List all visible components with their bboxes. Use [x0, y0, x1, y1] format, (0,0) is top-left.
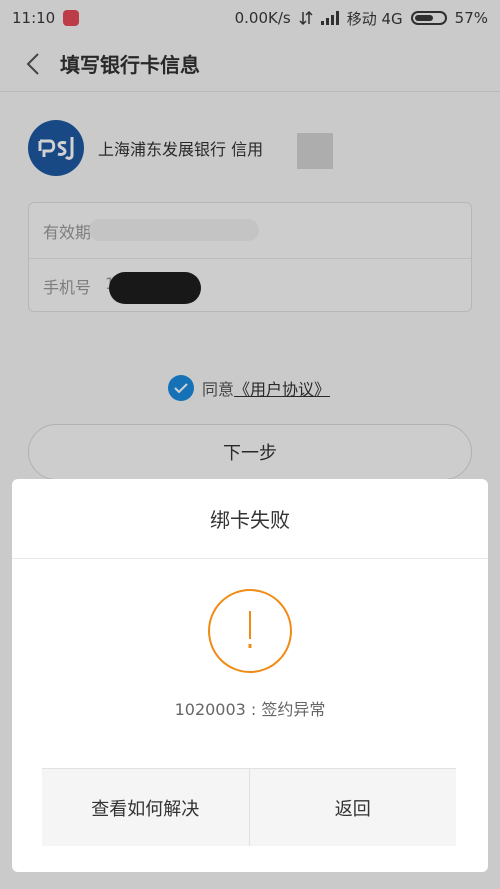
- dialog-title: 绑卡失败: [12, 479, 488, 559]
- error-message: 1020003 : 签约异常: [174, 700, 326, 719]
- return-button[interactable]: 返回: [248, 769, 456, 846]
- bind-fail-dialog: 绑卡失败 1020003 : 签约异常 查看如何解决 返回: [12, 479, 488, 872]
- dialog-actions: 查看如何解决 返回: [42, 768, 456, 846]
- how-to-solve-button[interactable]: 查看如何解决: [42, 769, 249, 846]
- warning-icon: [208, 589, 292, 673]
